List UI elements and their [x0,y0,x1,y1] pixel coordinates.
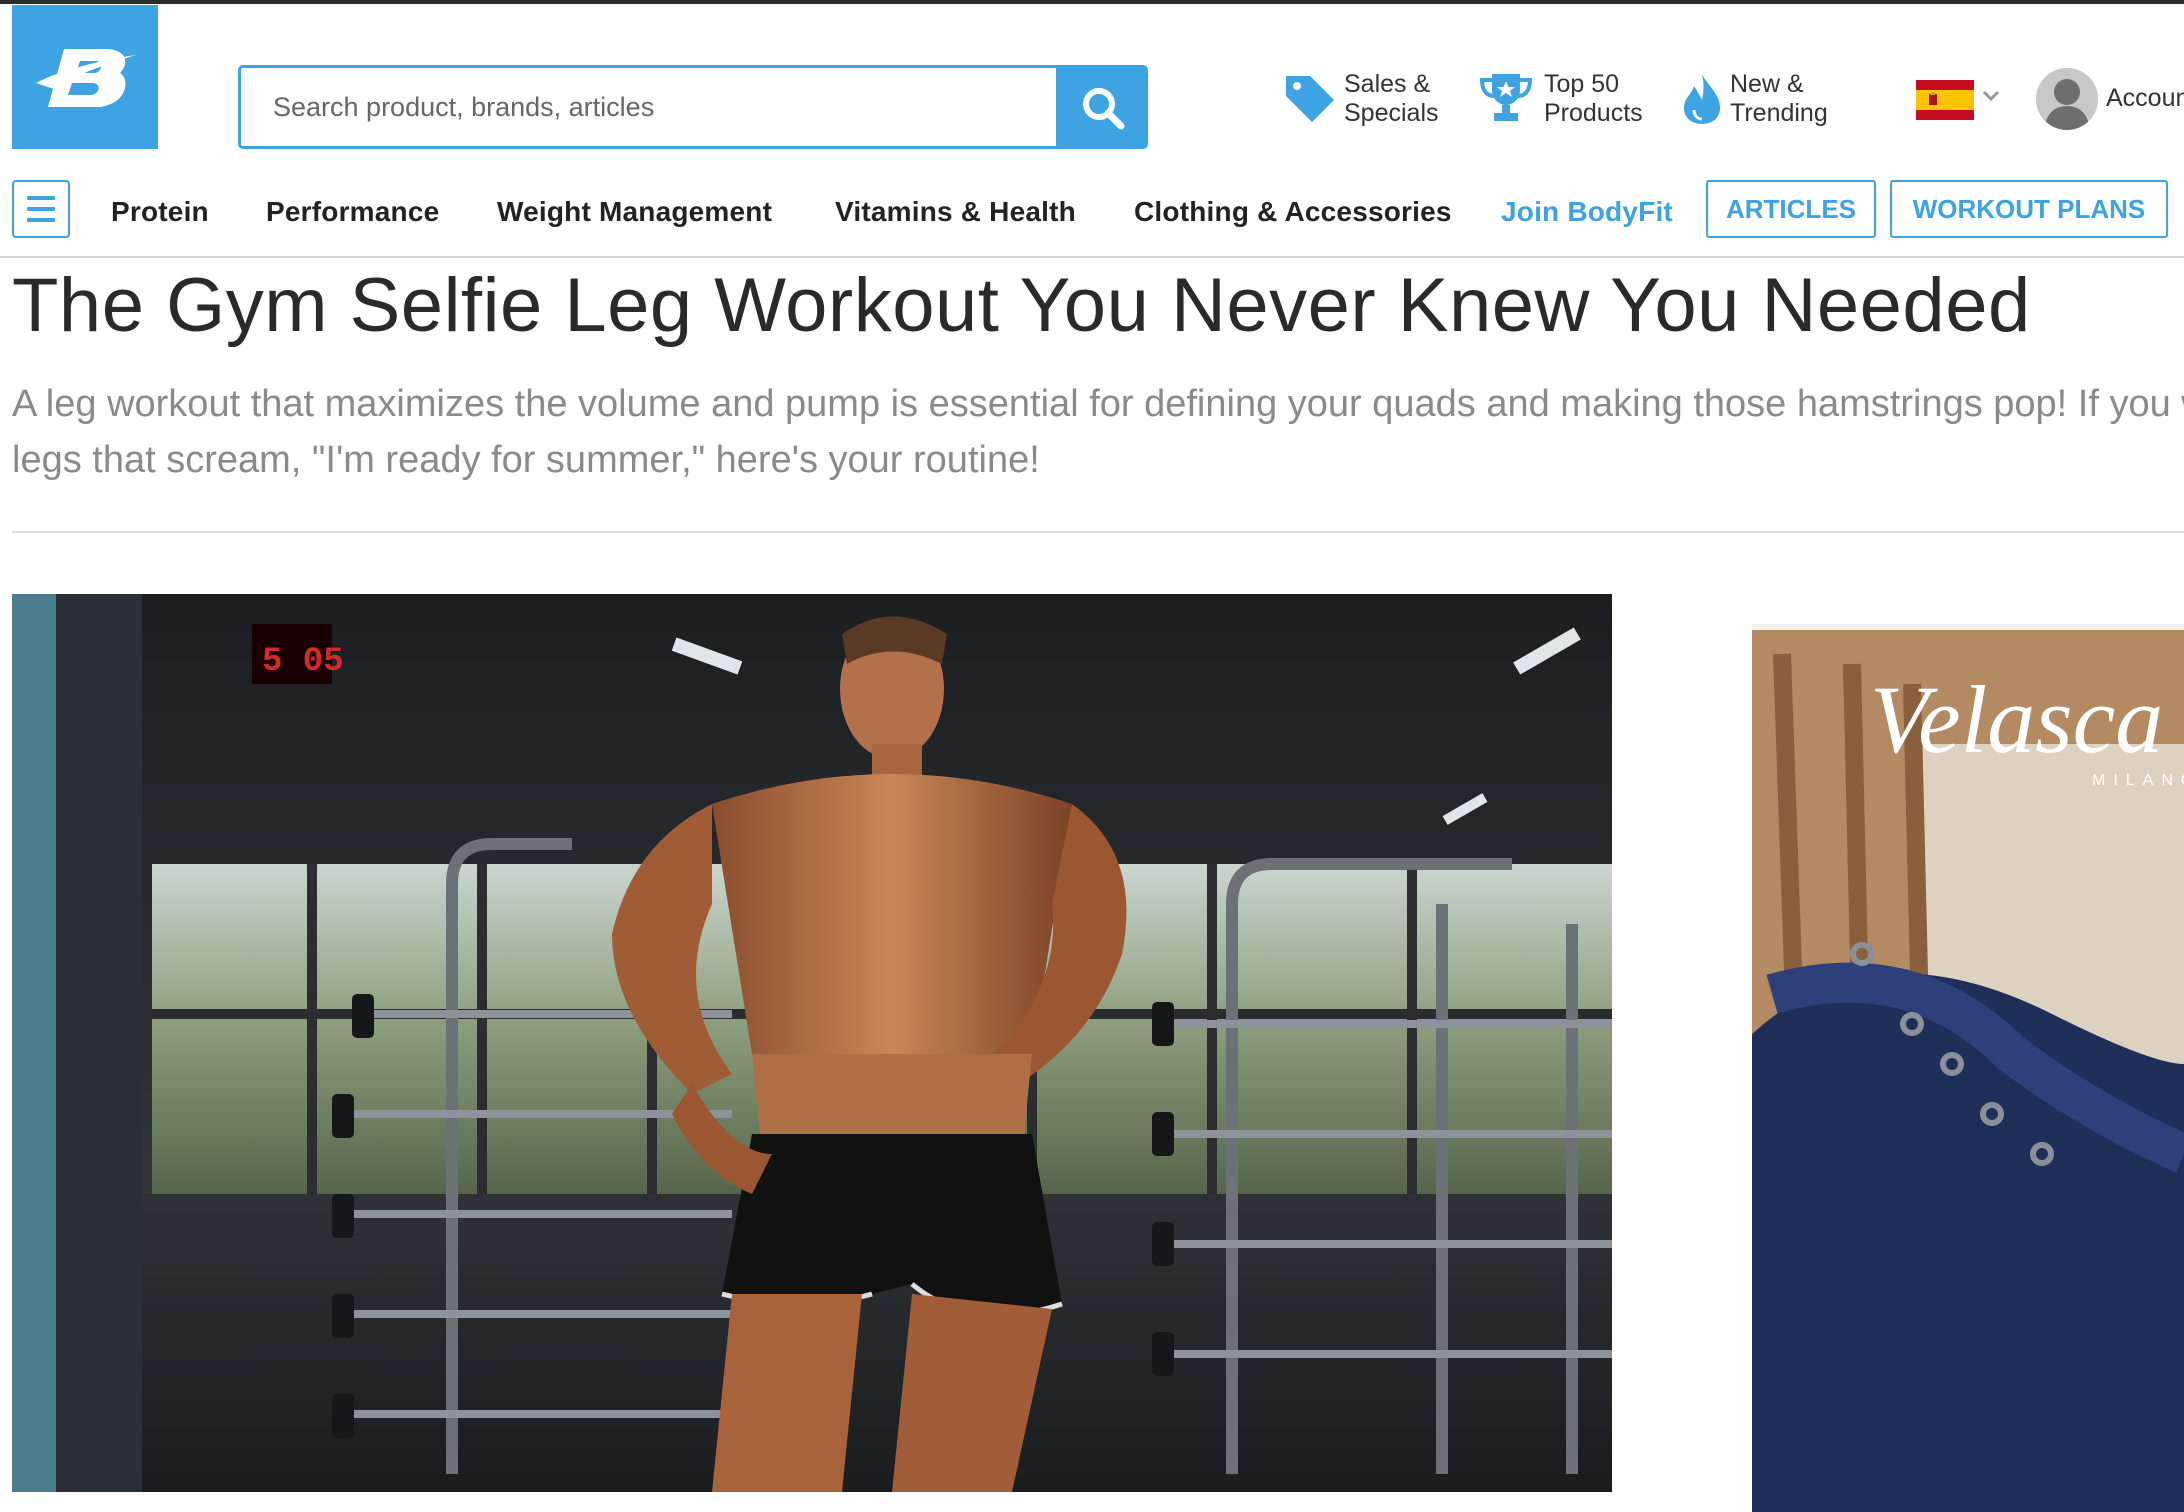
top-border [0,0,2184,4]
hamburger-menu-button[interactable] [12,180,70,238]
search-button[interactable] [1056,65,1148,149]
article-description: A leg workout that maximizes the volume … [12,376,2184,488]
sales-specials-label: Sales & Specials [1344,70,1439,127]
nav-item-performance[interactable]: Performance [266,196,439,228]
search-input[interactable] [238,65,1056,149]
nav-item-vitamins-health[interactable]: Vitamins & Health [835,196,1076,228]
hamburger-icon-bar [27,218,55,222]
account-label: Account [2106,84,2184,112]
svg-text:5 05: 5 05 [262,643,344,681]
ad-brand-logo: Velasca [1870,666,2164,773]
nav-item-weight-management[interactable]: Weight Management [497,196,772,228]
gym-photo: 5 05 [12,594,1612,1492]
spain-flag-icon [1916,80,1974,120]
nav-item-protein[interactable]: Protein [111,196,209,228]
bodybuilding-b-logo-icon [36,49,136,107]
article-title: The Gym Selfie Leg Workout You Never Kne… [12,263,2031,348]
article-description-line-1: A leg workout that maximizes the volume … [12,383,2184,425]
ad-brand-subtitle: MILANO [2092,772,2184,789]
articles-button[interactable]: ARTICLES [1706,180,1876,238]
nav-item-clothing-accessories[interactable]: Clothing & Accessories [1134,196,1452,228]
main-nav: Protein Performance Weight Management Vi… [0,172,2184,258]
divider [12,531,2184,533]
advertisement-banner[interactable]: Velasca MILANO [1752,594,2184,1512]
nav-item-join-bodyfit[interactable]: Join BodyFit [1501,196,1673,228]
hamburger-icon-bar [27,207,55,211]
tag-icon [1286,76,1334,122]
article-description-line-2: legs that scream, "I'm ready for summer,… [12,439,1040,481]
bodybuilding-logo[interactable] [12,5,158,149]
avatar [2036,68,2098,130]
search-bar [238,65,1148,149]
new-trending-label: New & Trending [1730,70,1828,127]
article-hero-image: 5 05 [12,594,1612,1492]
workout-plans-button[interactable]: WORKOUT PLANS [1890,180,2168,238]
chevron-down-icon[interactable] [1982,90,2000,102]
country-selector[interactable] [1916,80,1974,120]
trophy-icon [1479,74,1533,121]
flame-icon [1684,74,1720,124]
account-menu[interactable]: Account [2036,68,2184,132]
search-icon [1083,88,1125,130]
hamburger-icon [27,196,55,200]
user-silhouette-icon [2036,68,2098,130]
top-50-products-label: Top 50 Products [1544,70,1643,127]
